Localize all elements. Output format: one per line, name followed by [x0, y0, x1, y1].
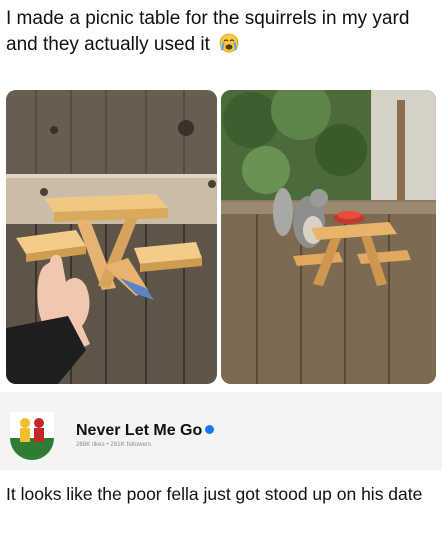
verified-badge-icon — [205, 425, 215, 434]
squirrel-on-picnic-table-photo[interactable] — [221, 90, 436, 384]
left-photo-illustration — [6, 90, 217, 384]
right-photo-illustration — [221, 90, 436, 384]
post-caption-text: I made a picnic table for the squirrels … — [6, 8, 410, 55]
hand-holding-picnic-table-photo[interactable] — [6, 90, 217, 384]
page-avatar[interactable] — [6, 408, 58, 460]
page-stats: 268K likes • 281K followers — [76, 442, 152, 448]
page-name-text[interactable]: Never Let Me Go — [76, 422, 202, 439]
post-caption: I made a picnic table for the squirrels … — [6, 6, 426, 58]
crying-face-icon — [219, 33, 239, 53]
comment-text: It looks like the poor fella just got st… — [6, 484, 423, 504]
page-info-card — [0, 392, 442, 470]
page-name[interactable]: Never Let Me Go — [76, 422, 215, 440]
